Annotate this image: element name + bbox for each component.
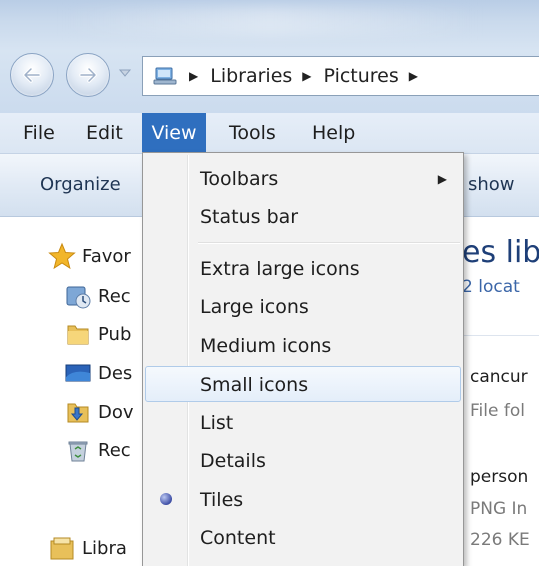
menu-item-extra-large-icons[interactable]: Extra large icons (145, 251, 461, 287)
breadcrumb-arrow-icon[interactable]: ▶ (409, 69, 418, 83)
breadcrumb-pictures[interactable]: Pictures (324, 65, 399, 87)
library-title: es lib (462, 235, 539, 270)
submenu-arrow-icon: ▶ (437, 172, 447, 186)
breadcrumb-libraries[interactable]: Libraries (210, 65, 292, 87)
menu-item-label: Medium icons (200, 335, 332, 357)
content-divider (462, 335, 539, 336)
nav-public[interactable]: Pub (64, 317, 131, 351)
item-type: File fol (470, 401, 525, 421)
menu-edit[interactable]: Edit (80, 113, 129, 153)
menu-item-label: Status bar (200, 206, 299, 228)
window-title-bar: ▶ Libraries ▶ Pictures ▶ (0, 0, 539, 113)
library-locations-link[interactable]: 2 locat (462, 277, 520, 297)
recent-places-icon (66, 286, 91, 309)
menu-item-content[interactable]: Content (145, 520, 461, 556)
menu-item-label: Large icons (200, 296, 309, 318)
menu-item-small-icons[interactable]: Small icons (145, 366, 461, 402)
menu-item-toolbars[interactable]: Toolbars ▶ (145, 161, 461, 197)
breadcrumb-arrow-icon[interactable]: ▶ (302, 69, 311, 83)
item-size: 226 KE (470, 530, 530, 550)
downloads-folder-icon (67, 403, 89, 423)
nav-desktop-label: Des (98, 362, 133, 384)
nav-recycle[interactable]: Rec (64, 433, 131, 467)
menu-item-list[interactable]: List (145, 405, 461, 441)
forward-button[interactable] (66, 53, 110, 97)
menu-item-label: Small icons (200, 374, 309, 396)
menu-item-label: List (200, 412, 234, 434)
breadcrumb-arrow-icon[interactable]: ▶ (189, 69, 198, 83)
menu-tools[interactable]: Tools (223, 113, 282, 153)
chevron-down-icon (118, 69, 132, 77)
view-menu-dropdown: Toolbars ▶ Status bar Extra large icons … (142, 152, 464, 566)
menu-item-medium-icons[interactable]: Medium icons (145, 328, 461, 364)
menu-bar: File Edit View Tools Help (0, 113, 539, 154)
menu-separator (198, 242, 460, 244)
back-arrow-icon (23, 67, 41, 83)
content-pane: es lib 2 locat cancur File fol person PN… (462, 217, 539, 565)
menu-item-tiles[interactable]: Tiles (145, 482, 461, 518)
menu-item-label: Details (200, 450, 266, 472)
nav-downloads-label: Dov (98, 401, 134, 423)
star-icon (48, 242, 76, 270)
organize-button[interactable]: Organize (40, 154, 121, 216)
slideshow-button[interactable]: show (468, 154, 515, 216)
item-name[interactable]: person (470, 467, 528, 487)
nav-recent-places[interactable]: Rec (64, 279, 131, 313)
back-button[interactable] (10, 53, 54, 97)
desktop-icon (65, 364, 91, 382)
nav-downloads[interactable]: Dov (64, 395, 134, 429)
menu-item-status-bar[interactable]: Status bar (145, 199, 461, 235)
menu-item-large-icons[interactable]: Large icons (145, 289, 461, 325)
computer-location-icon (153, 67, 177, 85)
nav-desktop[interactable]: Des (64, 356, 132, 390)
recycle-bin-icon (68, 441, 88, 462)
nav-favorites[interactable]: Favor (48, 239, 131, 273)
nav-recent-places-label: Rec (98, 285, 131, 307)
menu-item-label: Toolbars (200, 168, 279, 190)
item-name[interactable]: cancur (470, 367, 528, 387)
menu-item-label: Extra large icons (200, 258, 360, 280)
menu-view[interactable]: View (142, 113, 206, 153)
address-bar[interactable]: ▶ Libraries ▶ Pictures ▶ (142, 56, 539, 96)
menu-item-label: Content (200, 527, 276, 549)
folder-icon (67, 325, 89, 345)
nav-libraries[interactable]: Libra (48, 531, 127, 565)
navigation-pane: Favor Rec Pub Des Dov Rec Libra (0, 217, 145, 565)
item-type: PNG In (470, 499, 528, 519)
recent-pages-dropdown[interactable] (118, 66, 132, 80)
window-title-blur (60, 6, 480, 36)
nav-public-label: Pub (98, 323, 132, 345)
menu-help[interactable]: Help (306, 113, 361, 153)
nav-recycle-label: Rec (98, 439, 131, 461)
forward-arrow-icon (79, 67, 97, 83)
nav-libraries-label: Libra (82, 537, 127, 559)
libraries-icon (50, 537, 74, 560)
nav-favorites-label: Favor (82, 245, 131, 267)
radio-selected-icon (160, 493, 172, 505)
menu-file[interactable]: File (17, 113, 61, 153)
menu-item-label: Tiles (200, 489, 244, 511)
menu-item-details[interactable]: Details (145, 443, 461, 479)
